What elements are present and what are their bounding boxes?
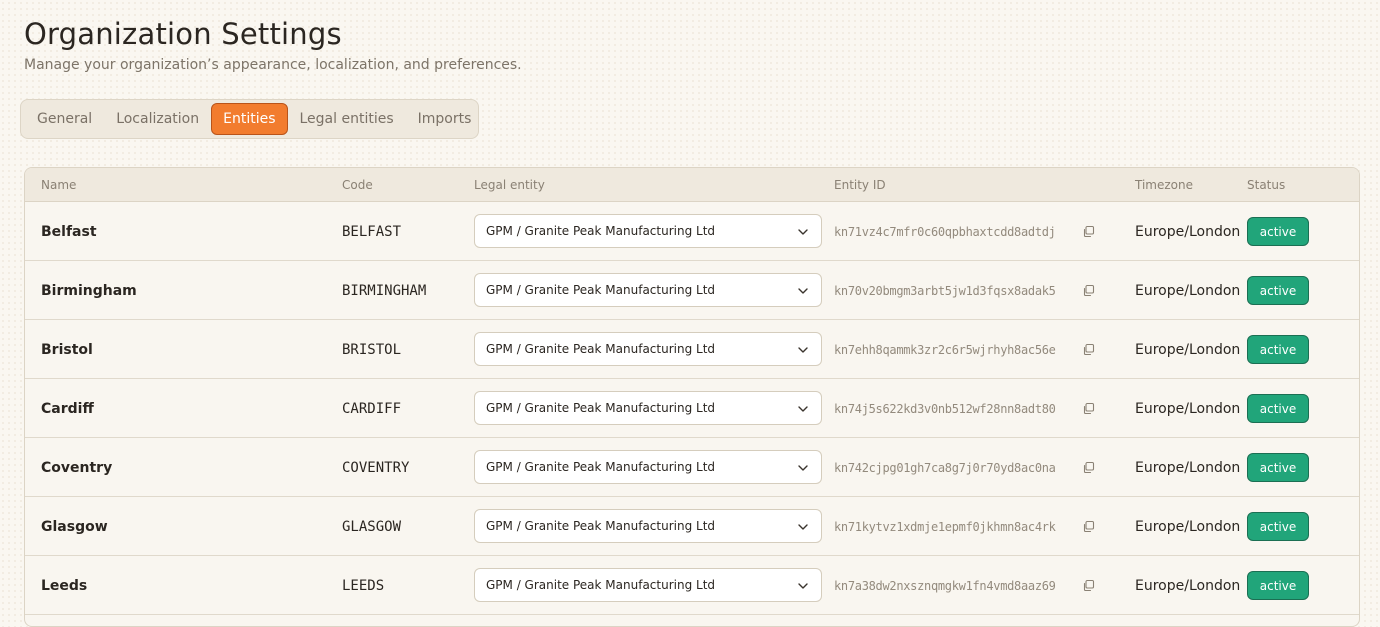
entity-id: kn71vz4c7mfr0c60qpbhaxtcdd8adtdj [834, 224, 1056, 239]
entities-table: Name Code Legal entity Entity ID Timezon… [24, 167, 1360, 627]
legal-entity-select-value: GPM / Granite Peak Manufacturing Ltd [486, 578, 716, 592]
entity-code: BIRMINGHAM [342, 282, 427, 299]
status-badge: active [1247, 335, 1309, 364]
entity-timezone: Europe/London [1135, 282, 1241, 299]
settings-tabs: General Localization Entities Legal enti… [20, 99, 479, 139]
legal-entity-select-value: GPM / Granite Peak Manufacturing Ltd [486, 401, 716, 415]
entity-id: kn70v20bmgm3arbt5jw1d3fqsx8adak5 [834, 283, 1056, 298]
entity-timezone: Europe/London [1135, 518, 1241, 535]
chevron-down-icon [798, 524, 808, 530]
status-badge: active [1247, 571, 1309, 600]
entity-code: CARDIFF [342, 400, 402, 417]
copy-icon[interactable] [1082, 520, 1095, 533]
table-header: Name Code Legal entity Entity ID Timezon… [25, 168, 1359, 202]
tab-entities[interactable]: Entities [211, 103, 288, 135]
chevron-down-icon [798, 583, 808, 589]
tab-localization[interactable]: Localization [104, 103, 211, 135]
entity-name: Glasgow [41, 518, 108, 535]
table-body: Belfast BELFAST GPM / Granite Peak Manuf… [25, 202, 1359, 615]
legal-entity-select-value: GPM / Granite Peak Manufacturing Ltd [486, 283, 716, 297]
copy-icon[interactable] [1082, 461, 1095, 474]
legal-entity-select[interactable]: GPM / Granite Peak Manufacturing Ltd [474, 332, 822, 366]
entity-code: BRISTOL [342, 341, 402, 358]
entity-id: kn74j5s622kd3v0nb512wf28nn8adt80 [834, 401, 1056, 416]
chevron-down-icon [798, 347, 808, 353]
tab-imports[interactable]: Imports [406, 103, 484, 135]
legal-entity-select-value: GPM / Granite Peak Manufacturing Ltd [486, 519, 716, 533]
copy-icon[interactable] [1082, 225, 1095, 238]
copy-icon[interactable] [1082, 402, 1095, 415]
entity-timezone: Europe/London [1135, 341, 1241, 358]
legal-entity-select[interactable]: GPM / Granite Peak Manufacturing Ltd [474, 450, 822, 484]
entity-id: kn71kytvz1xdmje1epmf0jkhmn8ac4rk [834, 519, 1056, 534]
entity-code: LEEDS [342, 577, 385, 594]
column-header-name: Name [41, 178, 77, 192]
page-subtitle: Manage your organization’s appearance, l… [24, 57, 522, 73]
chevron-down-icon [798, 406, 808, 412]
table-row: Coventry COVENTRY GPM / Granite Peak Man… [25, 438, 1359, 497]
table-row: Leeds LEEDS GPM / Granite Peak Manufactu… [25, 556, 1359, 615]
entity-id: kn742cjpg01gh7ca8g7j0r70yd8ac0na [834, 460, 1056, 475]
entity-timezone: Europe/London [1135, 223, 1241, 240]
table-row: Birmingham BIRMINGHAM GPM / Granite Peak… [25, 261, 1359, 320]
legal-entity-select-value: GPM / Granite Peak Manufacturing Ltd [486, 460, 716, 474]
legal-entity-select[interactable]: GPM / Granite Peak Manufacturing Ltd [474, 214, 822, 248]
status-badge: active [1247, 512, 1309, 541]
chevron-down-icon [798, 465, 808, 471]
legal-entity-select[interactable]: GPM / Granite Peak Manufacturing Ltd [474, 391, 822, 425]
column-header-legal-entity: Legal entity [474, 178, 545, 192]
column-header-code: Code [342, 178, 373, 192]
legal-entity-select[interactable]: GPM / Granite Peak Manufacturing Ltd [474, 568, 822, 602]
entity-code: COVENTRY [342, 459, 410, 476]
legal-entity-select[interactable]: GPM / Granite Peak Manufacturing Ltd [474, 509, 822, 543]
entity-name: Coventry [41, 459, 113, 476]
entity-timezone: Europe/London [1135, 459, 1241, 476]
table-row: Bristol BRISTOL GPM / Granite Peak Manuf… [25, 320, 1359, 379]
entity-id: kn7a38dw2nxsznqmgkw1fn4vmd8aaz69 [834, 578, 1056, 593]
chevron-down-icon [798, 288, 808, 294]
entity-name: Leeds [41, 577, 88, 594]
status-badge: active [1247, 276, 1309, 305]
status-badge: active [1247, 453, 1309, 482]
entity-id: kn7ehh8qammk3zr2c6r5wjrhyh8ac56e [834, 342, 1056, 357]
tab-general[interactable]: General [25, 103, 104, 135]
status-badge: active [1247, 217, 1309, 246]
legal-entity-select[interactable]: GPM / Granite Peak Manufacturing Ltd [474, 273, 822, 307]
copy-icon[interactable] [1082, 343, 1095, 356]
chevron-down-icon [798, 229, 808, 235]
page-title: Organization Settings [24, 17, 342, 51]
entity-timezone: Europe/London [1135, 577, 1241, 594]
tab-legal-entities[interactable]: Legal entities [288, 103, 406, 135]
column-header-entity-id: Entity ID [834, 178, 886, 192]
entity-code: GLASGOW [342, 518, 402, 535]
entity-name: Cardiff [41, 400, 94, 417]
copy-icon[interactable] [1082, 579, 1095, 592]
status-badge: active [1247, 394, 1309, 423]
legal-entity-select-value: GPM / Granite Peak Manufacturing Ltd [486, 224, 716, 238]
table-row: Belfast BELFAST GPM / Granite Peak Manuf… [25, 202, 1359, 261]
entity-name: Bristol [41, 341, 93, 358]
entity-timezone: Europe/London [1135, 400, 1241, 417]
table-row: Glasgow GLASGOW GPM / Granite Peak Manuf… [25, 497, 1359, 556]
copy-icon[interactable] [1082, 284, 1095, 297]
entity-code: BELFAST [342, 223, 402, 240]
table-row: Cardiff CARDIFF GPM / Granite Peak Manuf… [25, 379, 1359, 438]
legal-entity-select-value: GPM / Granite Peak Manufacturing Ltd [486, 342, 716, 356]
column-header-timezone: Timezone [1135, 178, 1193, 192]
entity-name: Birmingham [41, 282, 137, 299]
column-header-status: Status [1247, 178, 1286, 192]
entity-name: Belfast [41, 223, 97, 240]
